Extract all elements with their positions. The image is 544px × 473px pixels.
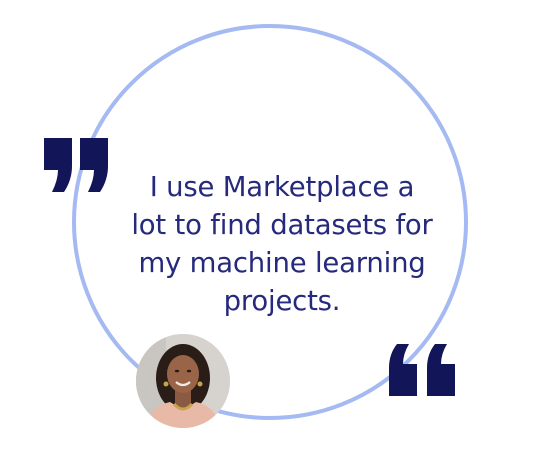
quote-line: my machine learning <box>138 247 426 279</box>
quote-line: projects. <box>223 285 341 317</box>
close-quote-icon <box>389 344 457 396</box>
testimonial-card: I use Marketplace a lot to find datasets… <box>0 0 544 473</box>
open-quote-icon <box>44 138 110 192</box>
quote-line: I use Marketplace a <box>149 171 415 203</box>
testimonial-quote: I use Marketplace a lot to find datasets… <box>112 168 452 320</box>
avatar <box>136 334 230 428</box>
quote-line: lot to find datasets for <box>131 209 433 241</box>
